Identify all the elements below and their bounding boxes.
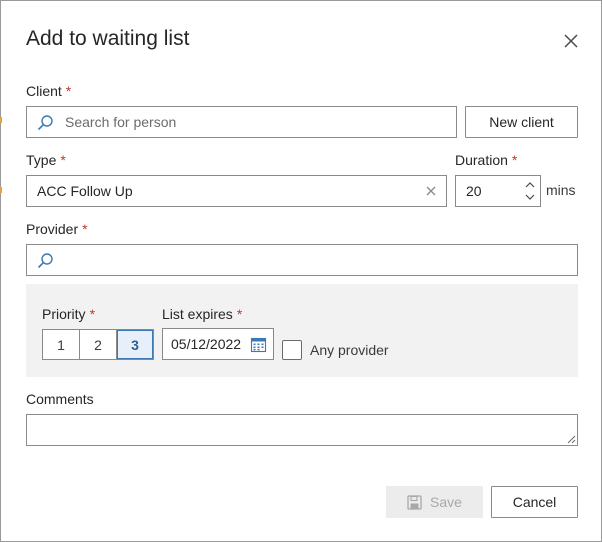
provider-search-field[interactable] (26, 244, 578, 276)
required-mark: * (89, 306, 96, 322)
list-expires-label-text: List expires (162, 306, 233, 322)
comments-label: Comments (26, 391, 94, 407)
provider-search-input[interactable] (65, 245, 570, 275)
required-mark: * (60, 152, 66, 168)
dialog-title: Add to waiting list (26, 27, 190, 50)
search-icon (37, 115, 53, 131)
client-search-input[interactable] (65, 107, 450, 137)
required-mark: * (82, 221, 88, 237)
clear-icon[interactable] (423, 183, 439, 199)
calendar-icon[interactable] (250, 336, 267, 353)
list-expires-label: List expires * (162, 306, 242, 322)
client-label: Client * (26, 83, 71, 99)
save-label: Save (430, 494, 462, 510)
priority-label: Priority * (42, 306, 95, 322)
type-label-text: Type (26, 152, 57, 168)
add-to-waiting-list-dialog: Add to waiting list Client* New client T… (0, 0, 602, 542)
search-icon (37, 253, 53, 269)
type-select[interactable]: ACC Follow Up (26, 175, 447, 207)
comments-label-text: Comments (26, 391, 94, 407)
chevron-down-icon[interactable] (524, 193, 536, 202)
save-button[interactable]: Save (386, 486, 483, 518)
list-expires-input[interactable] (171, 329, 249, 359)
client-label-text: Client (26, 83, 62, 99)
priority-segmented-control: 1 2 3 (42, 329, 154, 360)
resize-grip-icon[interactable] (567, 435, 576, 444)
cancel-button[interactable]: Cancel (491, 486, 578, 518)
list-expires-date-field[interactable] (162, 328, 274, 360)
required-mark: * (511, 152, 518, 168)
duration-input[interactable] (466, 176, 516, 206)
cancel-label: Cancel (512, 494, 557, 510)
required-mark: * (65, 83, 72, 99)
any-provider-checkbox[interactable] (282, 340, 302, 360)
comments-textarea[interactable] (26, 414, 578, 446)
new-client-button[interactable]: New client (465, 106, 578, 138)
priority-option-1[interactable]: 1 (43, 330, 80, 359)
type-value: ACC Follow Up (37, 183, 133, 199)
close-button[interactable] (559, 29, 583, 53)
priority-label-text: Priority (42, 306, 86, 322)
priority-option-2[interactable]: 2 (80, 330, 117, 359)
save-icon (407, 494, 422, 510)
priority-option-3[interactable]: 3 (117, 330, 153, 359)
chevron-up-icon[interactable] (524, 180, 536, 189)
required-mark: * (236, 306, 243, 322)
any-provider-label: Any provider (310, 342, 389, 358)
duration-stepper[interactable] (455, 175, 541, 207)
duration-label: Duration * (455, 152, 517, 168)
provider-label-text: Provider (26, 221, 79, 237)
type-label: Type * (26, 152, 66, 168)
provider-label: Provider * (26, 221, 88, 237)
client-search-field[interactable] (26, 106, 457, 138)
background-edge-mark (0, 117, 2, 123)
close-icon (564, 34, 578, 48)
duration-unit: mins (546, 182, 576, 198)
new-client-label: New client (489, 114, 554, 130)
duration-label-text: Duration (455, 152, 508, 168)
background-edge-mark (0, 187, 2, 193)
